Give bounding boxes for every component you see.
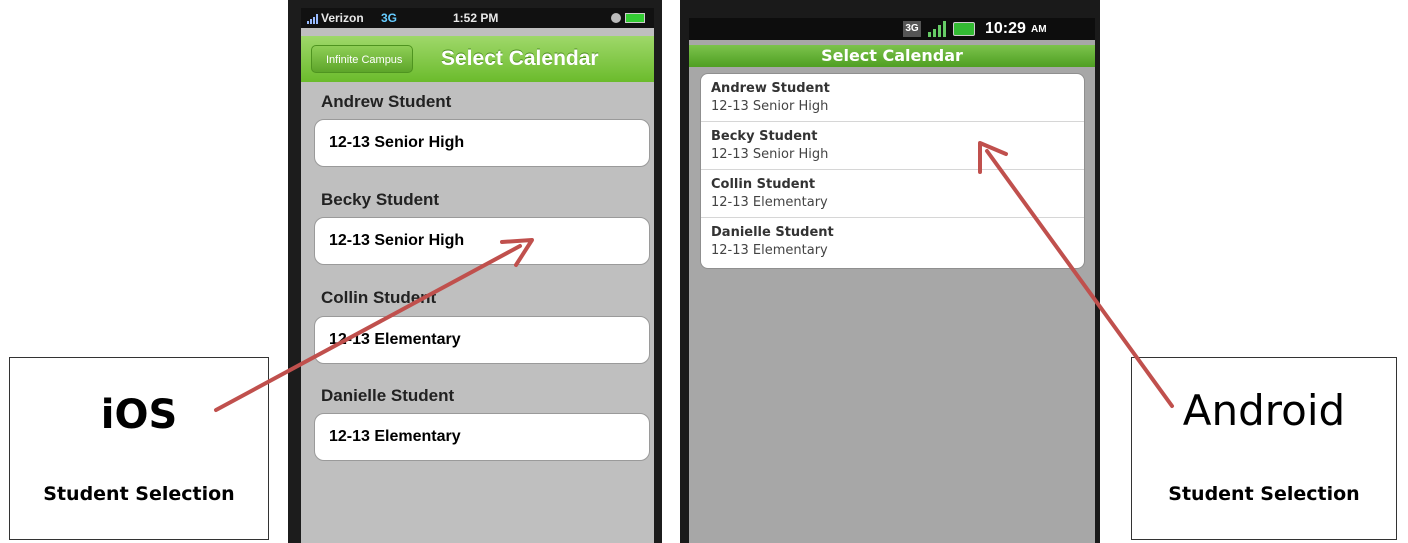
annotation-arrows [214, 141, 1174, 412]
ios-arrow [214, 244, 522, 412]
android-arrow [985, 149, 1174, 408]
